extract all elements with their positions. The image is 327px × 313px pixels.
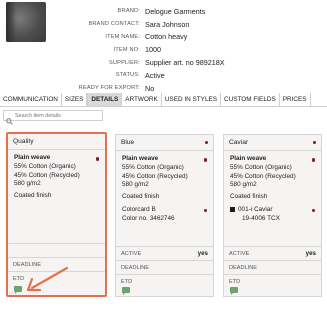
deadline-row[interactable]: DEADLINE [224,260,321,274]
prop-brand: BRAND: Delogue Garments [0,5,327,18]
color-line: 19-4006 TCX [242,214,280,222]
active-value: yes [197,250,208,257]
status-dot-icon [311,158,315,162]
card-header: Caviar [224,135,321,151]
material-line: 55% Cotton (Organic) [14,162,76,170]
prop-value: Cotton heavy [145,32,188,42]
active-value: yes [305,250,316,257]
prop-value: Delogue Garments [145,6,206,16]
material-line: 45% Cotton (Recycled) [230,172,296,180]
tab-prices[interactable]: PRICES [280,93,311,106]
color-block: 001-i Caviar 19-4006 TCX [224,202,321,224]
search-icon [6,112,13,125]
material-line: Coated finish [14,192,52,200]
material-line: Coated finish [230,193,268,201]
search-input[interactable] [15,112,100,119]
prop-label: BRAND CONTACT: [88,21,140,28]
prop-label: READY FOR EXPORT: [78,85,140,92]
prop-status: STATUS: Active [0,69,327,82]
prop-item-name: ITEM NAME: Cotton heavy [0,31,327,44]
status-dot-icon [203,158,207,162]
prop-value: Supplier art. no 989218X [145,58,225,68]
color-swatch [230,206,235,212]
card-title: Caviar [229,139,249,146]
status-dot-icon [312,140,316,145]
active-row[interactable]: ACTIVE yes [224,246,321,260]
material-line: 45% Cotton (Recycled) [14,171,80,179]
deadline-row[interactable]: DEADLINE [116,260,213,274]
prop-value: Active [145,70,165,80]
comment-icon[interactable] [122,287,130,295]
tab-sizes[interactable]: SIZES [62,93,88,106]
prop-value: Sara Johnson [145,19,190,29]
prop-supplier: SUPPLIER: Supplier art. no 989218X [0,56,327,69]
color-block: Colorcard B Color no. 3462746 [116,202,213,224]
etd-label: ETD [121,278,133,285]
prop-label: BRAND: [117,8,140,15]
annotation-arrow-icon [26,266,69,292]
color-line: 001-i Caviar [238,205,273,213]
comment-icon[interactable] [14,286,22,294]
color-line: Colorcard B [122,205,156,213]
etd-label: ETD [229,278,241,285]
material-line: 55% Cotton (Organic) [122,163,184,171]
search-box [3,110,103,125]
item-properties: BRAND: Delogue Garments BRAND CONTACT: S… [0,5,327,95]
tab-used-in-styles[interactable]: USED IN STYLES [162,93,222,106]
prop-item-no: ITEM NO: 1000 [0,43,327,56]
status-dot-icon [95,157,99,161]
prop-value: No [145,83,155,93]
tab-artwork[interactable]: ARTWORK [122,93,162,106]
material-name: Plain weave [14,154,51,161]
prop-label: ITEM NO: [113,46,140,53]
material-line: 580 g/m2 [122,181,149,189]
material-name: Plain weave [122,155,159,162]
tab-communication[interactable]: COMMUNICATION [0,93,62,106]
detail-card-caviar[interactable]: Caviar Plain weave 55% Cotton (Organic) … [223,134,322,297]
material-block: Plain weave 55% Cotton (Organic) 45% Cot… [8,150,105,201]
prop-label: STATUS: [115,72,140,79]
material-line: 580 g/m2 [14,180,41,188]
prop-value: 1000 [145,45,161,55]
active-row[interactable]: ACTIVE yes [116,246,213,260]
material-line: 45% Cotton (Recycled) [122,172,188,180]
card-title: Blue [121,139,135,146]
deadline-label: DEADLINE [121,264,149,271]
material-line: Coated finish [122,193,160,201]
material-name: Plain weave [230,155,267,162]
tab-bar: COMMUNICATION SIZES DETAILS ARTWORK USED… [0,93,327,107]
status-dot-icon [204,140,208,145]
tab-custom-fields[interactable]: CUSTOM FIELDS [221,93,280,106]
material-block: Plain weave 55% Cotton (Organic) 45% Cot… [116,151,213,202]
active-row [8,243,105,257]
material-block: Plain weave 55% Cotton (Organic) 45% Cot… [224,151,321,202]
material-line: 580 g/m2 [230,181,257,189]
comment-icon[interactable] [230,287,238,295]
color-line: Color no. 3462746 [122,214,175,222]
etd-row[interactable]: ETD [116,274,213,288]
tab-details[interactable]: DETAILS [87,93,123,106]
card-header: Blue [116,135,213,151]
prop-label: SUPPLIER: [108,59,140,66]
prop-label: ITEM NAME: [105,33,140,40]
deadline-label: DEADLINE [229,264,257,271]
etd-row[interactable]: ETD [224,274,321,288]
prop-brand-contact: BRAND CONTACT: Sara Johnson [0,18,327,31]
card-header: Quality [8,134,105,150]
active-label: ACTIVE [229,250,250,257]
detail-card-blue[interactable]: Blue Plain weave 55% Cotton (Organic) 45… [115,134,214,297]
active-label: ACTIVE [121,250,142,257]
material-line: 55% Cotton (Organic) [230,163,292,171]
card-title: Quality [13,138,34,145]
